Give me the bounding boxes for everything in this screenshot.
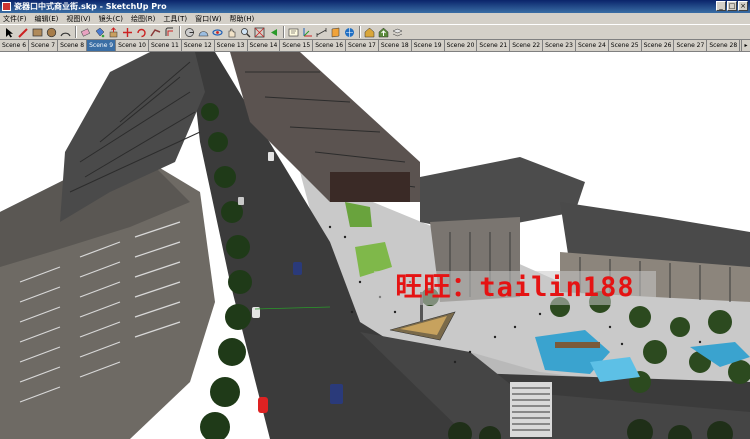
- orbit-icon[interactable]: [211, 26, 224, 39]
- window-controls: _ □ ×: [716, 1, 748, 11]
- dimension-icon[interactable]: [315, 26, 328, 39]
- menu-bar: 文件(F) 编辑(E) 视图(V) 镜头(C) 绘图(R) 工具(T) 窗口(W…: [0, 13, 750, 24]
- toolbar-separator: [75, 26, 77, 38]
- scene-tab[interactable]: Scene 15: [280, 40, 314, 51]
- scene-tab[interactable]: Scene 25: [609, 40, 642, 51]
- scene-tab[interactable]: Scene 9: [87, 40, 117, 51]
- scene-tab[interactable]: Scene 22: [510, 40, 544, 51]
- scene-tab[interactable]: Scene 17: [346, 40, 379, 51]
- scene-tab[interactable]: Scene 6: [0, 40, 30, 51]
- scene-tab[interactable]: Scene 21: [477, 40, 511, 51]
- rectangle-icon[interactable]: [31, 26, 44, 39]
- 3d-warehouse-icon[interactable]: [363, 26, 376, 39]
- close-button[interactable]: ×: [738, 1, 748, 11]
- scene-tab[interactable]: Scene 16: [313, 40, 347, 51]
- share-model-icon[interactable]: [377, 26, 390, 39]
- scene-tab[interactable]: Scene 12: [182, 40, 215, 51]
- paint-bucket-icon[interactable]: [93, 26, 106, 39]
- follow-me-icon[interactable]: [149, 26, 162, 39]
- model-render[interactable]: [0, 52, 750, 439]
- toolbar-separator: [179, 26, 181, 38]
- sketchup-app-icon: [2, 2, 11, 11]
- scene-scroll-right-button[interactable]: ▸: [741, 40, 750, 51]
- minimize-button[interactable]: _: [716, 1, 726, 11]
- main-toolbar: [0, 24, 750, 40]
- scene-tab[interactable]: Scene 20: [445, 40, 478, 51]
- menu-draw[interactable]: 绘图(R): [128, 14, 160, 24]
- scene-tab[interactable]: Scene 14: [248, 40, 281, 51]
- toolbar-separator: [283, 26, 285, 38]
- component-icon[interactable]: [343, 26, 356, 39]
- window-title: 瓷器口中式商业街.skp - SketchUp Pro: [14, 2, 167, 11]
- menu-edit[interactable]: 编辑(E): [32, 14, 64, 24]
- move-icon[interactable]: [121, 26, 134, 39]
- section-plane-icon[interactable]: [329, 26, 342, 39]
- 3d-model-viewport[interactable]: 旺旺：tailin188: [0, 52, 750, 439]
- scene-tab[interactable]: Scene 26: [642, 40, 675, 51]
- toolbar-separator: [359, 26, 361, 38]
- circle-icon[interactable]: [45, 26, 58, 39]
- watermark-text: 旺旺：tailin188: [374, 271, 656, 305]
- scene-tab[interactable]: Scene 27: [674, 40, 708, 51]
- tape-measure-icon[interactable]: [183, 26, 196, 39]
- previous-view-icon[interactable]: [267, 26, 280, 39]
- zoom-icon[interactable]: [239, 26, 252, 39]
- scene-tab[interactable]: Scene 10: [116, 40, 149, 51]
- scene-tab[interactable]: Scene 18: [379, 40, 412, 51]
- text-icon[interactable]: [287, 26, 300, 39]
- menu-help[interactable]: 帮助(H): [226, 14, 259, 24]
- title-bar: 瓷器口中式商业街.skp - SketchUp Pro _ □ ×: [0, 0, 750, 13]
- scene-tab[interactable]: Scene 23: [543, 40, 576, 51]
- menu-file[interactable]: 文件(F): [0, 14, 32, 24]
- rotate-icon[interactable]: [135, 26, 148, 39]
- pencil-line-icon[interactable]: [17, 26, 30, 39]
- select-arrow-icon[interactable]: [3, 26, 16, 39]
- arc-icon[interactable]: [59, 26, 72, 39]
- scene-tab[interactable]: Scene 8: [58, 40, 88, 51]
- layers-icon[interactable]: [391, 26, 404, 39]
- scene-tab[interactable]: Scene 11: [149, 40, 182, 51]
- scene-tab[interactable]: Scene 24: [576, 40, 609, 51]
- maximize-button[interactable]: □: [727, 1, 737, 11]
- offset-icon[interactable]: [163, 26, 176, 39]
- scene-tab[interactable]: Scene 7: [29, 40, 59, 51]
- crosswalk: [510, 382, 552, 437]
- push-pull-icon[interactable]: [107, 26, 120, 39]
- menu-camera[interactable]: 镜头(C): [96, 14, 128, 24]
- menu-tools[interactable]: 工具(T): [160, 14, 192, 24]
- menu-window[interactable]: 窗口(W): [192, 14, 226, 24]
- protractor-icon[interactable]: [197, 26, 210, 39]
- pan-icon[interactable]: [225, 26, 238, 39]
- zoom-extents-icon[interactable]: [253, 26, 266, 39]
- scene-tab[interactable]: Scene 19: [412, 40, 445, 51]
- eraser-icon[interactable]: [79, 26, 92, 39]
- scene-tab[interactable]: Scene 28: [707, 40, 741, 51]
- scene-tab[interactable]: Scene 13: [215, 40, 248, 51]
- axes-icon[interactable]: [301, 26, 314, 39]
- scene-tabs-bar: Scene 6 Scene 7 Scene 8 Scene 9 Scene 10 Scen…: [0, 40, 750, 52]
- menu-view[interactable]: 视图(V): [63, 14, 95, 24]
